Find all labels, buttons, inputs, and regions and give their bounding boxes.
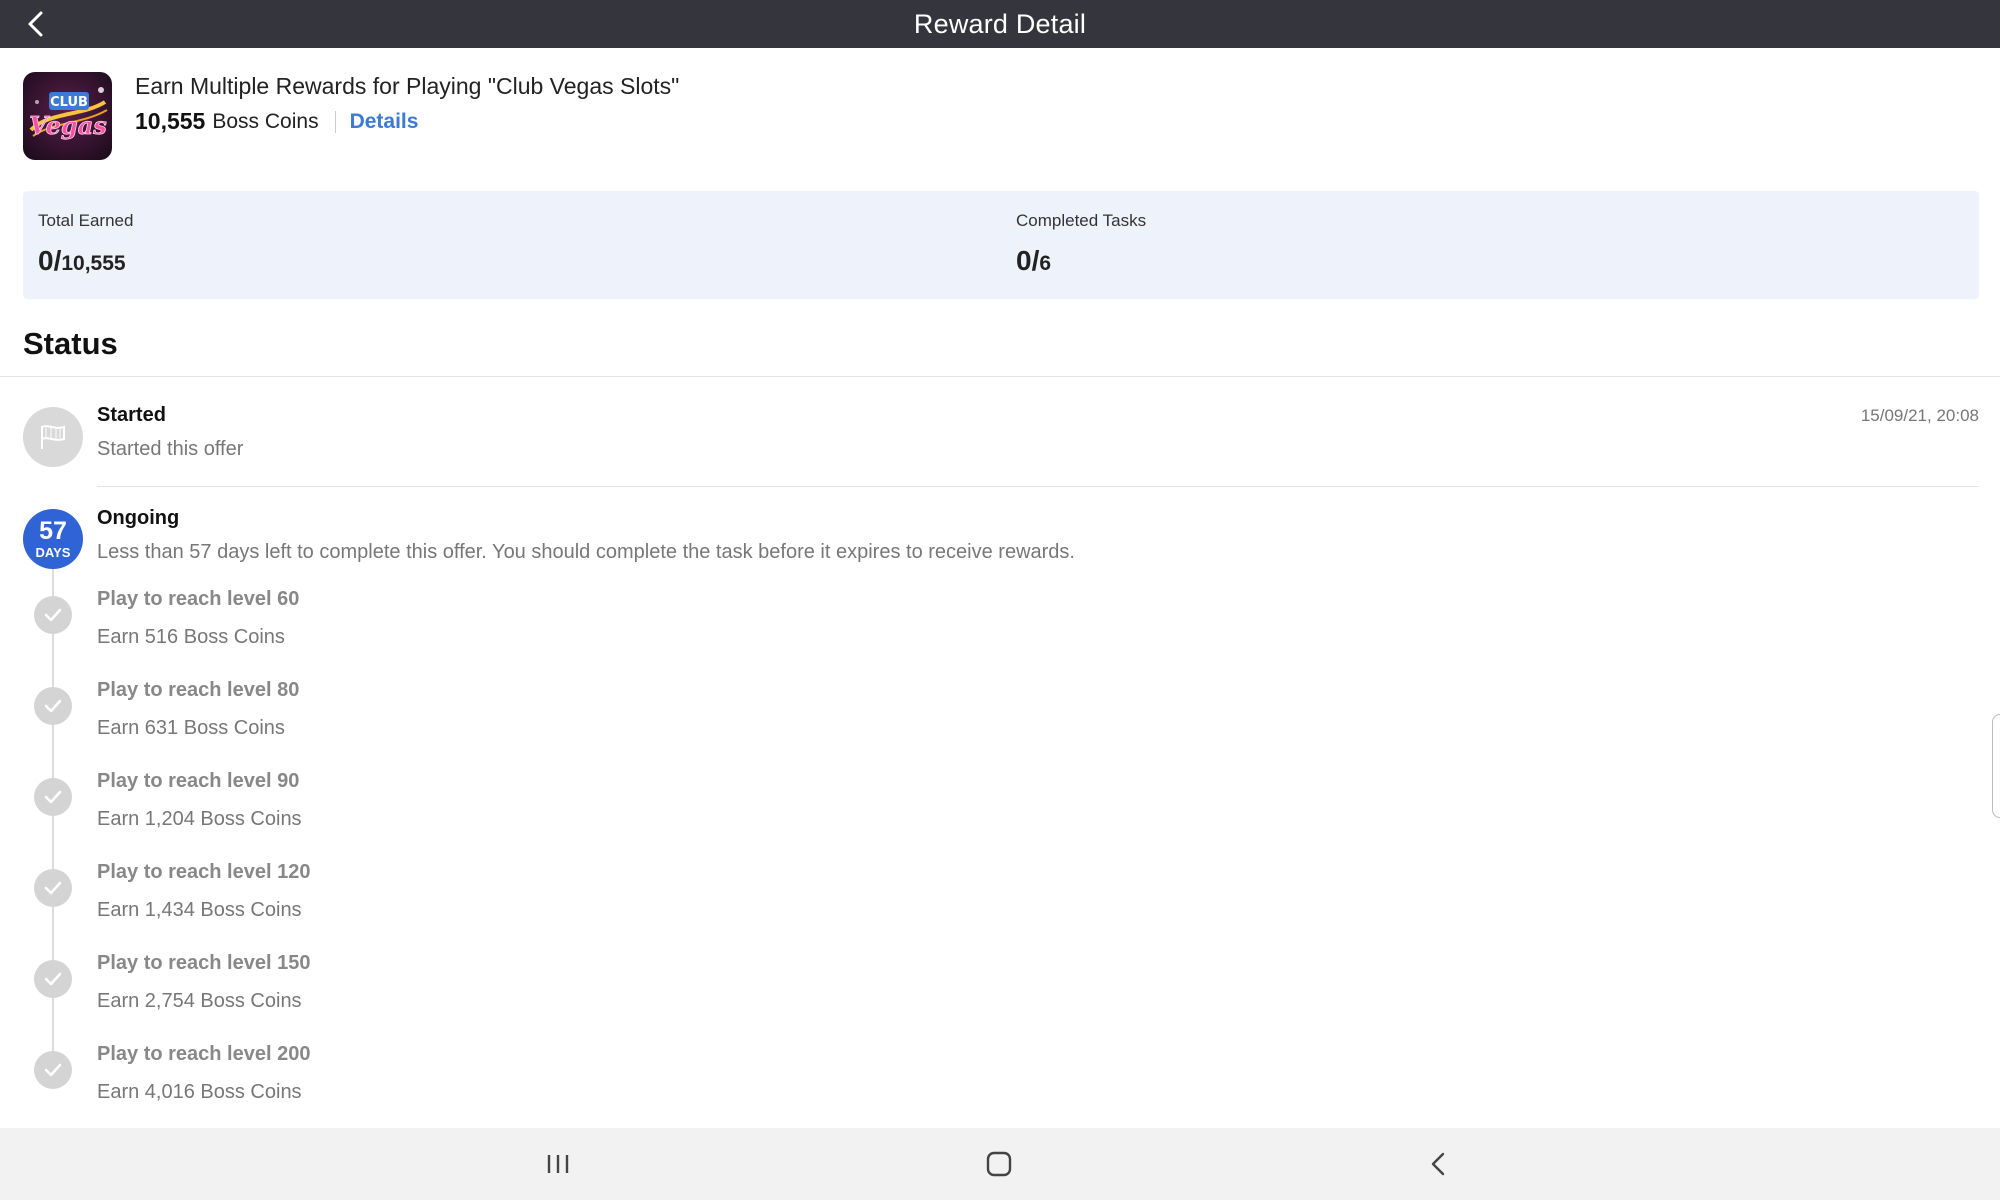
offer-amount: 10,555 xyxy=(135,108,206,134)
task-check xyxy=(34,869,72,907)
checkmark-icon xyxy=(44,790,62,804)
days-left-badge: 57 DAYS xyxy=(23,509,83,569)
task-item: Play to reach level 60 Earn 516 Boss Coi… xyxy=(0,588,900,668)
recent-apps-icon xyxy=(547,1155,569,1173)
scroll-handle[interactable] xyxy=(1992,714,2000,818)
task-title: Play to reach level 150 xyxy=(97,952,311,974)
home-icon xyxy=(986,1151,1012,1177)
recent-apps-button[interactable] xyxy=(536,1142,580,1186)
task-item: Play to reach level 90 Earn 1,204 Boss C… xyxy=(0,770,900,850)
back-icon xyxy=(1431,1152,1445,1176)
total-earned-total: 10,555 xyxy=(61,252,126,275)
started-timestamp: 15/09/21, 20:08 xyxy=(1860,406,1979,425)
home-button[interactable] xyxy=(977,1142,1021,1186)
club-vegas-logo: CLUB Vegas xyxy=(23,72,112,160)
task-item: Play to reach level 150 Earn 2,754 Boss … xyxy=(0,952,900,1032)
offer-title: Earn Multiple Rewards for Playing "Club … xyxy=(135,73,680,99)
checkmark-icon xyxy=(44,1063,62,1077)
checkmark-icon xyxy=(44,972,62,986)
started-title: Started xyxy=(97,404,166,426)
task-check xyxy=(34,596,72,634)
started-badge xyxy=(23,407,83,467)
page-title: Reward Detail xyxy=(913,8,1087,39)
completed-tasks-label: Completed Tasks xyxy=(1016,211,1147,230)
task-reward: Earn 631 Boss Coins xyxy=(97,717,285,739)
total-earned: Total Earned 0/10,555 xyxy=(23,191,1001,299)
completed-tasks-current: 0/ xyxy=(1016,245,1040,276)
task-reward: Earn 516 Boss Coins xyxy=(97,626,285,648)
days-left-unit: DAYS xyxy=(35,545,71,560)
completed-tasks-value: 0/6 xyxy=(1016,245,1979,277)
system-nav-bar xyxy=(0,1128,2000,1200)
stats-panel: Total Earned 0/10,555 Completed Tasks 0/… xyxy=(23,191,1979,299)
total-earned-label: Total Earned xyxy=(38,211,134,230)
days-left-number: 57 xyxy=(39,517,67,545)
offer-reward-row: 10,555 Boss Coins Details xyxy=(135,108,679,135)
offer-header: CLUB Vegas Earn Multiple Rewards for Pla… xyxy=(23,72,1977,162)
svg-text:Vegas: Vegas xyxy=(29,111,107,140)
back-button[interactable] xyxy=(18,6,54,42)
checkmark-icon xyxy=(44,881,62,895)
task-item: Play to reach level 200 Earn 4,016 Boss … xyxy=(0,1043,900,1123)
divider xyxy=(0,376,2000,377)
completed-tasks: Completed Tasks 0/6 xyxy=(1001,191,1979,299)
task-title: Play to reach level 200 xyxy=(97,1043,311,1065)
completed-tasks-total: 6 xyxy=(1039,252,1052,275)
svg-text:CLUB: CLUB xyxy=(50,95,88,110)
checkmark-icon xyxy=(44,608,62,622)
task-check xyxy=(34,687,72,725)
task-item: Play to reach level 80 Earn 631 Boss Coi… xyxy=(0,679,900,759)
offer-unit: Boss Coins xyxy=(212,109,319,133)
flag-icon xyxy=(41,425,65,449)
task-check xyxy=(34,778,72,816)
task-title: Play to reach level 90 xyxy=(97,770,300,792)
task-check xyxy=(34,1051,72,1089)
task-title: Play to reach level 120 xyxy=(97,861,311,883)
task-reward: Earn 2,754 Boss Coins xyxy=(97,990,302,1012)
chevron-left-icon xyxy=(28,11,43,37)
status-heading: Status xyxy=(23,326,118,361)
task-reward: Earn 1,204 Boss Coins xyxy=(97,808,302,830)
back-nav-button[interactable] xyxy=(1416,1142,1460,1186)
ongoing-description: Less than 57 days left to complete this … xyxy=(97,541,1075,563)
task-reward: Earn 4,016 Boss Coins xyxy=(97,1081,302,1103)
task-check xyxy=(34,960,72,998)
task-reward: Earn 1,434 Boss Coins xyxy=(97,899,302,921)
started-description: Started this offer xyxy=(97,438,244,460)
task-title: Play to reach level 80 xyxy=(97,679,300,701)
ongoing-title: Ongoing xyxy=(97,507,180,529)
total-earned-current: 0/ xyxy=(38,245,62,276)
total-earned-value: 0/10,555 xyxy=(38,245,1001,277)
divider xyxy=(97,486,1979,487)
offer-text: Earn Multiple Rewards for Playing "Club … xyxy=(135,72,679,162)
separator xyxy=(334,110,336,133)
details-link[interactable]: Details xyxy=(350,110,419,134)
app-bar: Reward Detail xyxy=(0,0,2000,48)
task-title: Play to reach level 60 xyxy=(97,588,300,610)
task-item: Play to reach level 120 Earn 1,434 Boss … xyxy=(0,861,900,941)
checkmark-icon xyxy=(44,699,62,713)
